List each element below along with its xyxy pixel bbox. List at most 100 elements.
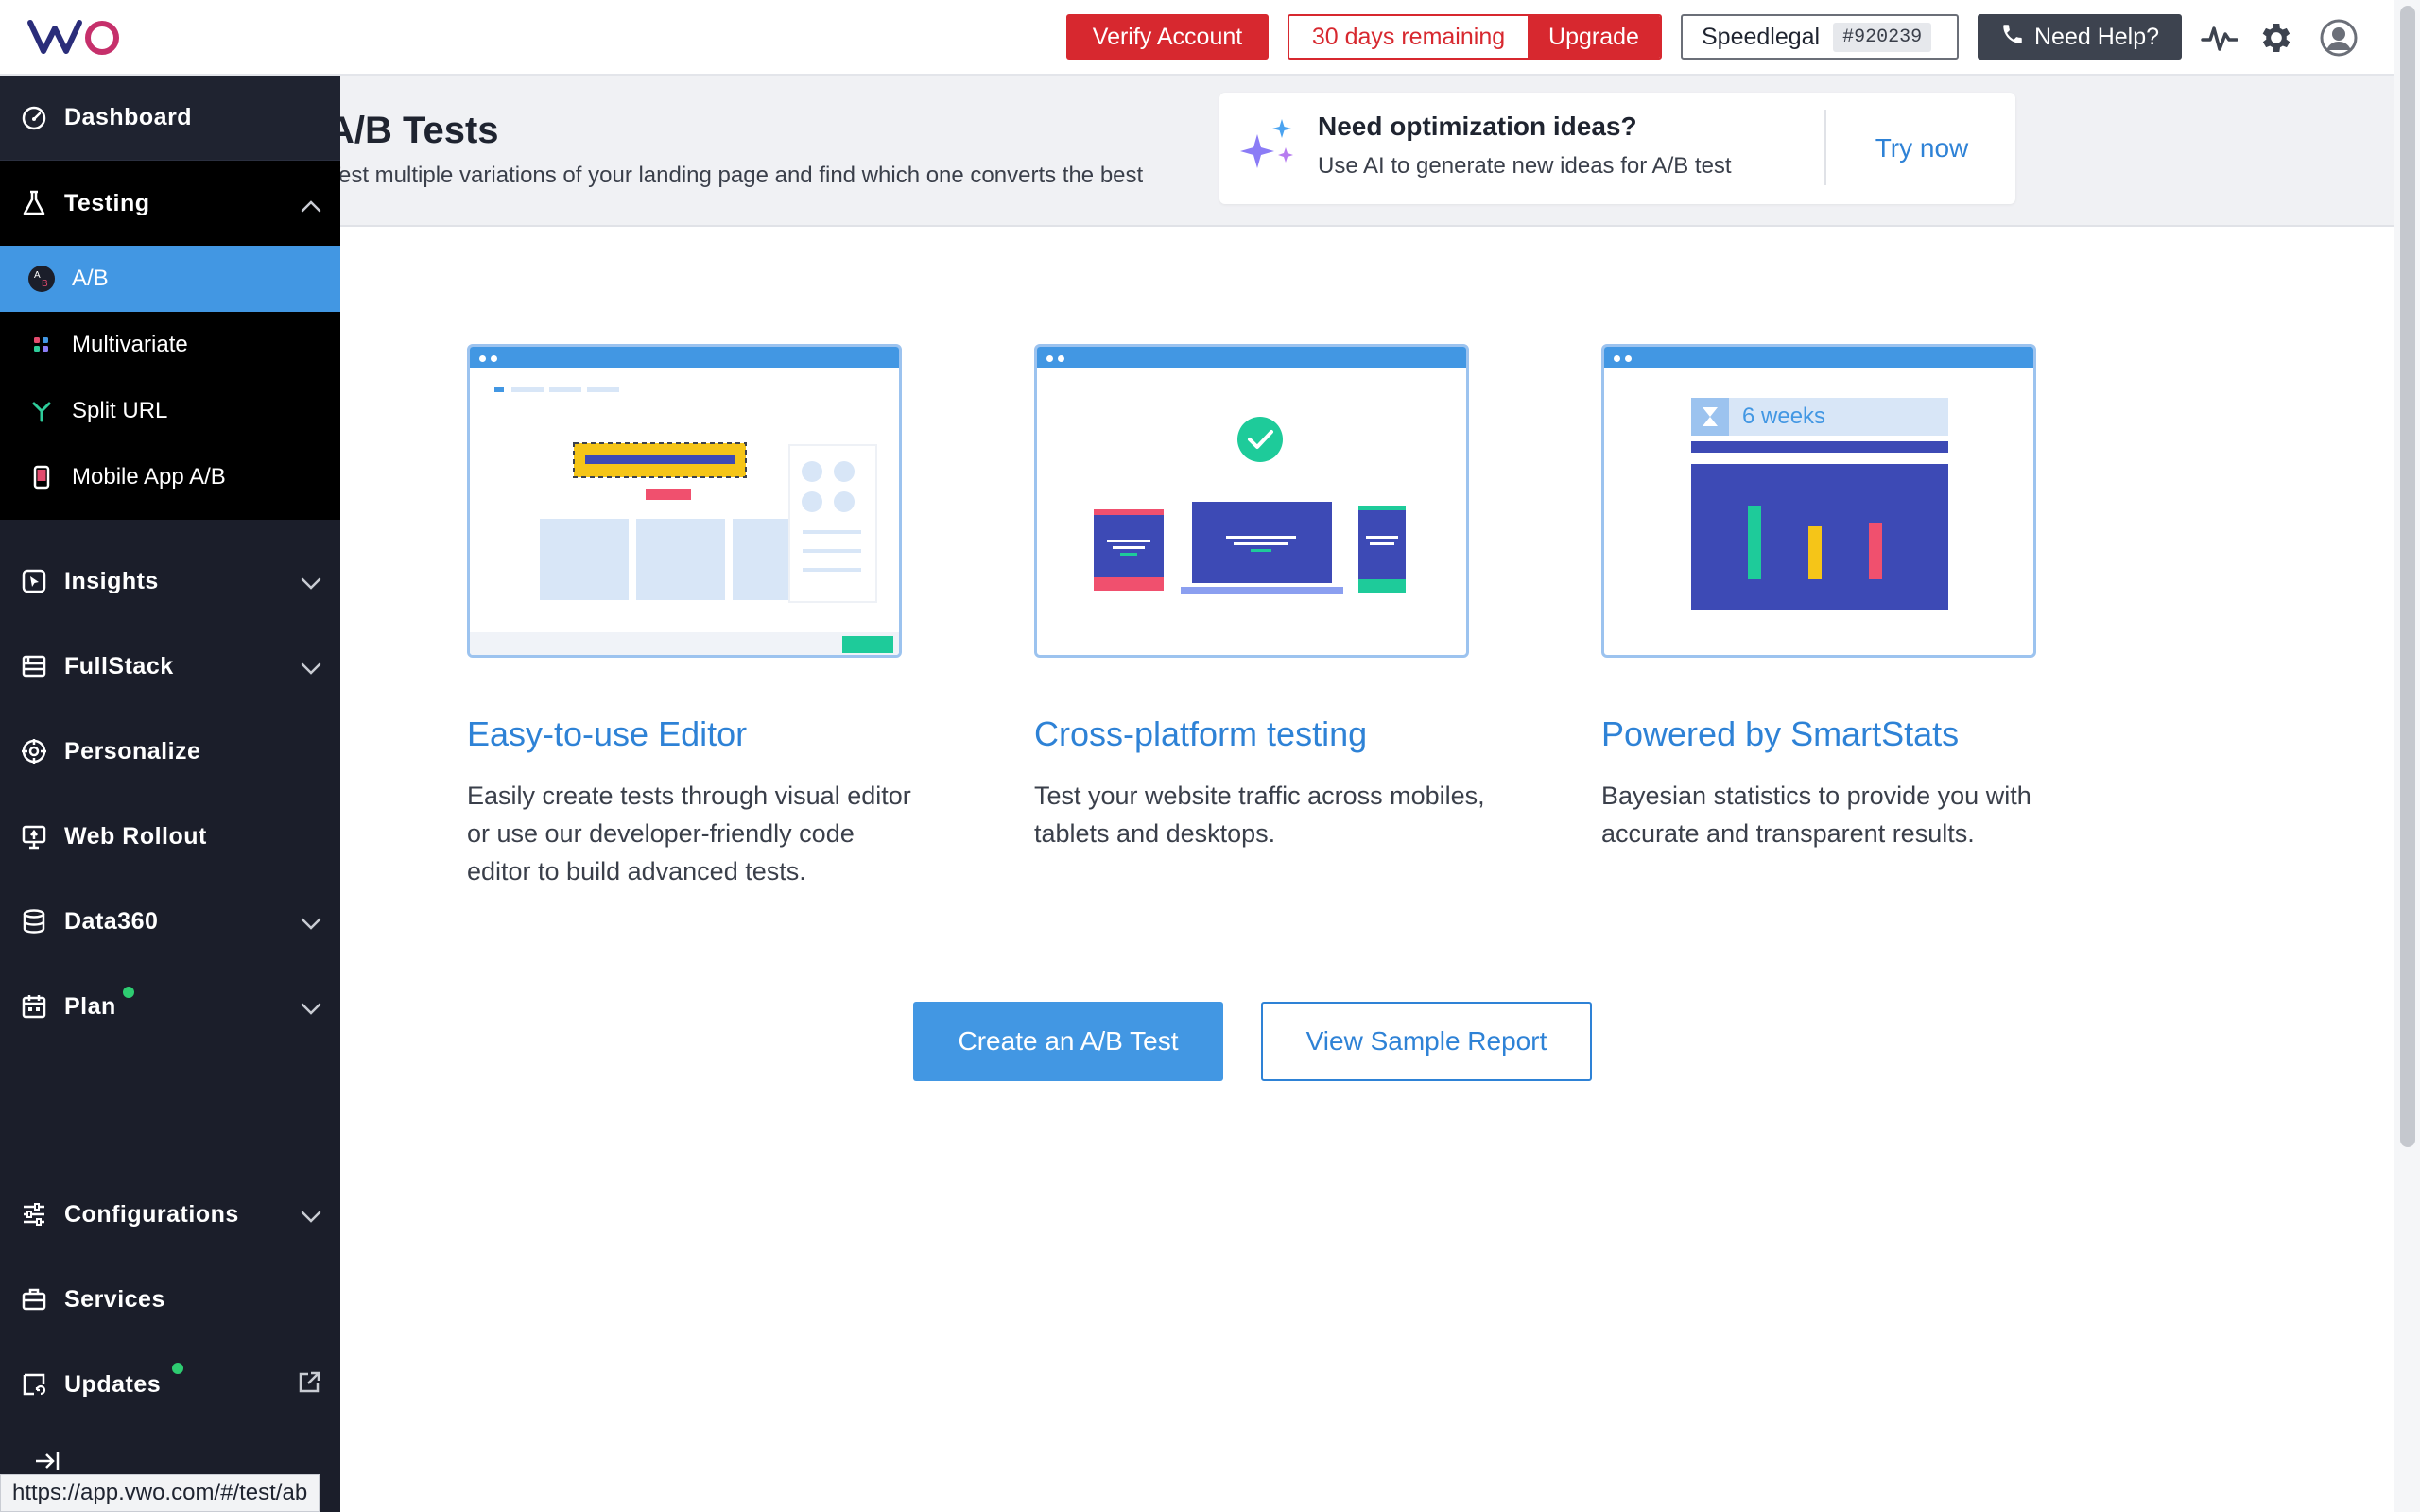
sidebar-item-fullstack[interactable]: FullStack	[0, 624, 340, 709]
sidebar-item-testing[interactable]: Testing	[0, 161, 340, 246]
feature-title: Easy-to-use Editor	[467, 714, 748, 753]
sidebar-item-web-rollout[interactable]: Web Rollout	[0, 794, 340, 879]
svg-text:B: B	[42, 279, 48, 289]
need-help-label: Need Help?	[2033, 23, 2160, 50]
user-avatar-icon[interactable]	[2318, 17, 2360, 59]
sparkle-icon	[1236, 115, 1303, 182]
multivariate-icon	[26, 330, 57, 360]
testing-submenu: AB A/B Multivariate Split URL Mobile App…	[0, 246, 340, 520]
need-help-button[interactable]: Need Help?	[1978, 14, 2182, 60]
sidebar-item-data360[interactable]: Data360	[0, 879, 340, 964]
sidebar: Dashboard Testing AB A/B Multivariate Sp…	[0, 76, 340, 1512]
sidebar-item-services[interactable]: Services	[0, 1257, 340, 1342]
editor-illustration	[467, 344, 902, 658]
sidebar-item-label: Web Rollout	[64, 822, 207, 850]
updates-icon	[19, 1369, 49, 1400]
sidebar-item-label: FullStack	[64, 652, 174, 679]
page-subtitle: Test multiple variations of your landing…	[340, 163, 1144, 188]
sidebar-item-label: Services	[64, 1285, 165, 1313]
page-title: A/B Tests	[340, 110, 499, 151]
target-icon	[19, 736, 49, 766]
sidebar-item-updates[interactable]: Updates	[0, 1342, 340, 1427]
split-icon	[26, 396, 57, 426]
sidebar-subitem-multivariate[interactable]: Multivariate	[0, 312, 340, 378]
chevron-down-icon[interactable]	[301, 910, 321, 937]
try-now-link[interactable]: Try now	[1828, 93, 2015, 204]
sidebar-item-label: Data360	[64, 907, 159, 935]
ai-card-divider	[1824, 110, 1826, 185]
chevron-down-icon[interactable]	[301, 995, 321, 1022]
chevron-down-icon[interactable]	[301, 655, 321, 682]
cursor-box-icon	[19, 566, 49, 596]
feature-smartstats: 6 weeks Powered by SmartStats Bayesian s…	[1601, 344, 2036, 852]
phone-icon	[2000, 22, 2025, 53]
cross-platform-illustration	[1034, 344, 1469, 658]
sliders-icon	[19, 1199, 49, 1229]
sidebar-item-label: Dashboard	[64, 104, 193, 130]
briefcase-icon	[19, 1284, 49, 1314]
feature-title: Powered by SmartStats	[1601, 714, 1960, 753]
feature-description: Easily create tests through visual edito…	[467, 782, 911, 885]
rollout-icon	[19, 821, 49, 851]
upgrade-button[interactable]: Upgrade	[1528, 16, 1660, 58]
ai-ideas-card: Need optimization ideas? Use AI to gener…	[1219, 93, 2015, 204]
sidebar-item-label: Configurations	[64, 1200, 239, 1228]
mobile-icon	[26, 462, 57, 492]
sidebar-item-configurations[interactable]: Configurations	[0, 1172, 340, 1257]
activity-icon[interactable]	[2199, 17, 2240, 59]
sidebar-subitem-label: A/B	[72, 266, 109, 291]
chevron-down-icon[interactable]	[301, 1203, 321, 1230]
ab-icon: AB	[26, 264, 57, 294]
sidebar-item-label: Personalize	[64, 737, 201, 765]
flask-icon	[19, 188, 49, 218]
trial-days-remaining: 30 days remaining	[1289, 16, 1528, 58]
sidebar-item-insights[interactable]: Insights	[0, 539, 340, 624]
sidebar-subitem-label: Multivariate	[72, 332, 188, 357]
gear-icon[interactable]	[2256, 17, 2297, 59]
new-badge-dot	[172, 1363, 183, 1374]
database-icon	[19, 906, 49, 936]
sidebar-subitem-label: Split URL	[72, 398, 168, 423]
account-name: Speedlegal	[1702, 23, 1821, 50]
chevron-down-icon[interactable]	[301, 570, 321, 597]
verify-account-button[interactable]: Verify Account	[1066, 14, 1269, 60]
sidebar-item-label: Testing	[64, 189, 150, 216]
sidebar-item-personalize[interactable]: Personalize	[0, 709, 340, 794]
sidebar-item-dashboard[interactable]: Dashboard	[0, 76, 340, 161]
duration-label: 6 weeks	[1742, 404, 1826, 429]
sidebar-subitem-split-url[interactable]: Split URL	[0, 378, 340, 444]
svg-text:A: A	[34, 270, 41, 281]
trial-banner: 30 days remaining Upgrade	[1288, 14, 1662, 60]
create-ab-test-button[interactable]: Create an A/B Test	[913, 1002, 1223, 1081]
sidebar-item-label: Insights	[64, 567, 159, 594]
view-sample-report-button[interactable]: View Sample Report	[1261, 1002, 1592, 1081]
status-bar-url: https://app.vwo.com/#/test/ab	[0, 1474, 320, 1512]
server-icon	[19, 651, 49, 681]
feature-title: Cross-platform testing	[1034, 714, 1368, 753]
sidebar-item-label: Plan	[64, 992, 116, 1020]
new-badge-dot	[123, 987, 134, 998]
feature-editor: Easy-to-use Editor Easily create tests t…	[467, 344, 911, 890]
sidebar-subitem-mobile-app-ab[interactable]: Mobile App A/B	[0, 444, 340, 510]
sidebar-subitem-label: Mobile App A/B	[72, 464, 226, 490]
account-id: #920239	[1833, 22, 1932, 52]
feature-cross-platform: Cross-platform testing Test your website…	[1034, 344, 1485, 852]
page-header: A/B Tests Test multiple variations of yo…	[340, 76, 2394, 227]
sidebar-item-plan[interactable]: Plan	[0, 964, 340, 1049]
dashboard-gauge-icon	[19, 103, 49, 133]
sidebar-subitem-ab[interactable]: AB A/B	[0, 246, 340, 312]
calendar-icon	[19, 991, 49, 1022]
scrollbar-thumb[interactable]	[2400, 6, 2415, 1147]
smartstats-illustration: 6 weeks	[1601, 344, 2036, 658]
feature-description: Bayesian statistics to provide you with …	[1601, 782, 2031, 848]
external-link-icon[interactable]	[297, 1370, 321, 1401]
page-scrollbar[interactable]	[2394, 0, 2420, 1512]
chevron-up-icon[interactable]	[301, 192, 321, 219]
account-switcher[interactable]: Speedlegal #920239	[1681, 14, 1959, 60]
feature-description: Test your website traffic across mobiles…	[1034, 782, 1485, 848]
sidebar-item-label: Updates	[64, 1370, 162, 1398]
top-header: Verify Account 30 days remaining Upgrade…	[0, 0, 2394, 76]
ai-card-description: Use AI to generate new ideas for A/B tes…	[1318, 153, 1732, 179]
ai-card-title: Need optimization ideas?	[1318, 112, 1637, 141]
vwo-logo[interactable]	[26, 15, 130, 60]
